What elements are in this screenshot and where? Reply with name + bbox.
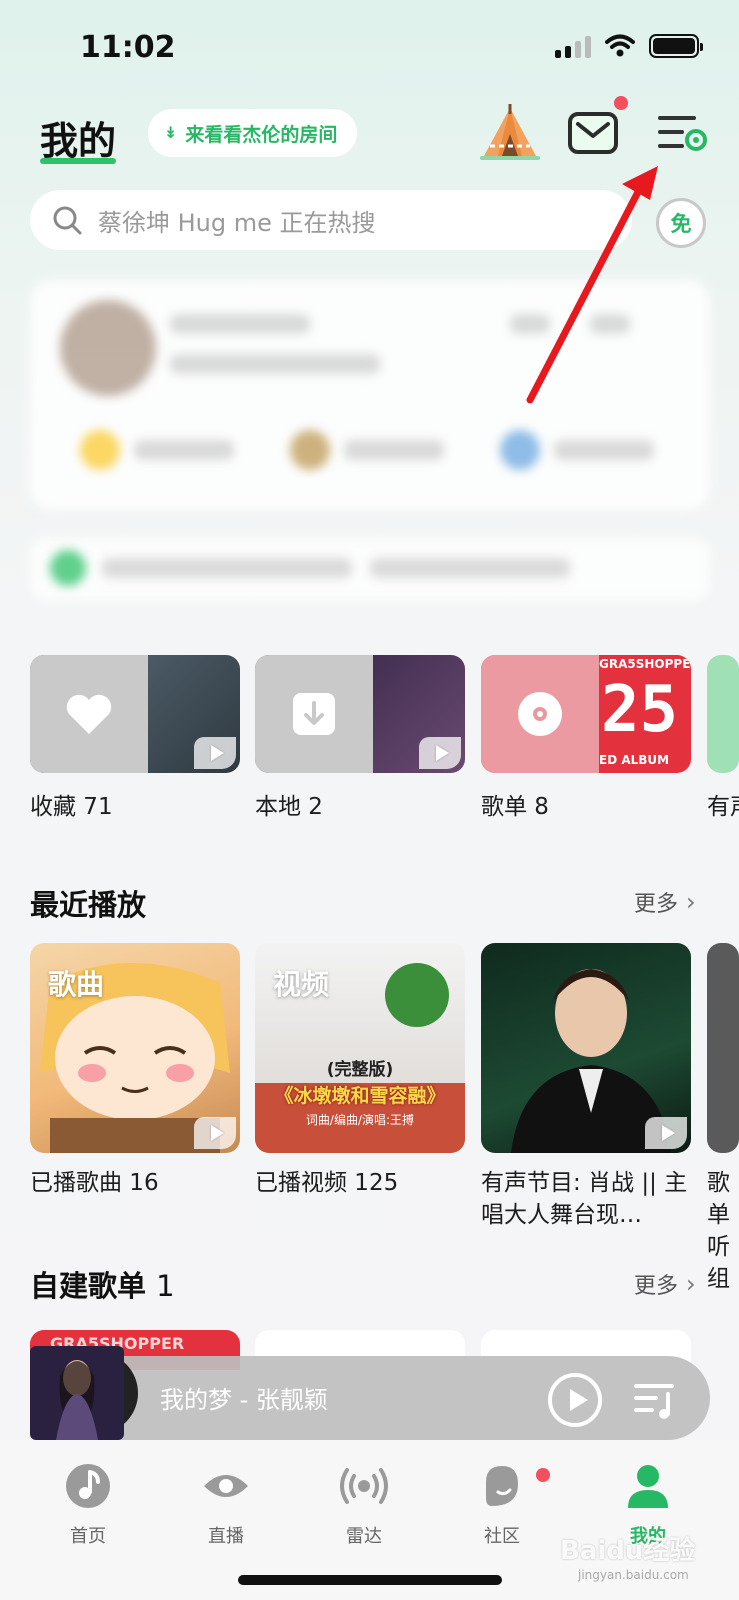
recent-audio-cover (481, 943, 691, 1153)
envelope-fold-icon (576, 122, 610, 138)
play-icon[interactable] (645, 1117, 687, 1149)
recent-playlist-cover (707, 943, 739, 1153)
playlist-queue-icon[interactable] (634, 1380, 676, 1420)
mail-icon[interactable] (568, 112, 618, 154)
player-cover[interactable] (30, 1346, 124, 1440)
tab-radar[interactable]: 雷达 (309, 1462, 419, 1548)
recent-playlist-label: 歌单 听组 (707, 1170, 730, 1292)
avatar[interactable] (60, 300, 156, 396)
disc-icon (518, 692, 562, 736)
recent-audio-card[interactable]: 有声节目: 肖战 || 主唱大人舞台现… (481, 943, 691, 1231)
watermark-url: jingyan.baidu.com (578, 1568, 689, 1582)
tent-icon[interactable] (478, 104, 542, 162)
recent-songs-card[interactable]: 歌曲 已播歌曲 16 (30, 943, 240, 1199)
tab-live[interactable]: 直播 (171, 1462, 281, 1548)
search-placeholder: 蔡徐坤 Hug me 正在热搜 (98, 208, 376, 237)
playlists-cover: GRA5SHOPPER 25 ED ALBUM (481, 655, 691, 773)
playlist-cover-album: ED ALBUM (599, 753, 670, 767)
heart-icon (66, 694, 112, 734)
custom-playlists-count: 1 (156, 1269, 175, 1303)
video-cover-line3: 词曲/编曲/演唱:王搏 (305, 1113, 415, 1127)
recent-songs-cover: 歌曲 (30, 943, 240, 1153)
status-time: 11:02 (80, 30, 176, 65)
quick-access-audio[interactable]: 有声 (707, 655, 739, 821)
recent-videos-tag: 视频 (273, 968, 330, 1001)
tab-radar-label: 雷达 (346, 1526, 382, 1547)
page-title: 我的 (40, 119, 117, 163)
signal-icon (555, 34, 591, 58)
battery-icon (649, 34, 703, 58)
recent-videos-card[interactable]: (完整版) 《冰墩墩和雪容融》 词曲/编曲/演唱:王搏 视频 已播视频 125 (255, 943, 465, 1199)
eye-icon (204, 1475, 248, 1497)
recent-more-label: 更多 (634, 892, 679, 917)
menu-settings-icon[interactable] (656, 112, 708, 156)
playlist-cover-banner: GRA5SHOPPER (599, 657, 691, 671)
music-note-icon (66, 1464, 110, 1508)
quick-access-local[interactable]: 本地 2 (255, 655, 465, 821)
favorites-cover (30, 655, 240, 773)
home-indicator[interactable] (238, 1575, 502, 1585)
custom-more-label: 更多 (634, 1274, 679, 1299)
tab-home[interactable]: 首页 (33, 1462, 143, 1548)
status-icons (555, 34, 703, 58)
play-icon[interactable] (194, 1117, 236, 1149)
wifi-icon (605, 34, 635, 57)
local-label: 本地 2 (255, 794, 323, 820)
custom-playlists-more-link[interactable]: 更多 › (634, 1268, 696, 1300)
local-cover (255, 655, 465, 773)
recent-songs-label: 已播歌曲 16 (30, 1170, 159, 1196)
recent-videos-label: 已播视频 125 (255, 1170, 399, 1196)
video-cover-line1: (完整版) (326, 1060, 394, 1080)
play-icon[interactable] (194, 737, 236, 769)
play-button[interactable] (548, 1373, 602, 1427)
recent-audio-label: 有声节目: 肖战 || 主唱大人舞台现… (481, 1170, 688, 1228)
notification-dot (614, 96, 628, 110)
audio-label: 有声 (707, 794, 739, 820)
tab-home-label: 首页 (70, 1526, 106, 1547)
community-icon (486, 1466, 518, 1506)
audio-cover (707, 655, 739, 773)
play-icon[interactable] (419, 737, 461, 769)
video-cover-line2: 《冰墩墩和雪容融》 (274, 1085, 446, 1107)
annotation-arrow-icon (526, 166, 658, 404)
download-icon (293, 693, 335, 735)
chevron-right-icon: › (686, 1270, 696, 1298)
playlists-label: 歌单 8 (481, 794, 549, 820)
custom-playlists-title-text: 自建歌单 (30, 1269, 147, 1303)
quick-access-playlists[interactable]: GRA5SHOPPER 25 ED ALBUM 歌单 8 (481, 655, 691, 821)
user-icon (628, 1465, 668, 1508)
chevron-right-icon: › (686, 888, 696, 916)
tab-community-label: 社区 (484, 1526, 520, 1547)
double-chevron-down-icon: ↡ (164, 123, 178, 142)
recent-songs-tag: 歌曲 (48, 968, 105, 1001)
recent-section-title: 最近播放 (30, 888, 147, 922)
notification-dot (536, 1468, 550, 1482)
quick-access-favorites[interactable]: 收藏 71 (30, 655, 240, 821)
radar-icon (340, 1468, 388, 1504)
room-entry-pill[interactable]: ↡ 来看看杰伦的房间 (148, 109, 358, 157)
player-track-title: 我的梦 - 张靓颖 (160, 1386, 328, 1414)
room-pill-label: 来看看杰伦的房间 (185, 123, 338, 146)
recent-playlist-card[interactable]: 歌单 听组 (707, 943, 739, 1295)
search-icon (53, 206, 82, 235)
watermark-logo: Baidu经验 (560, 1536, 696, 1566)
tab-live-label: 直播 (208, 1526, 244, 1547)
custom-playlists-title: 自建歌单 1 (30, 1263, 175, 1305)
playlist-cover-number: 25 (601, 673, 679, 747)
album-art-icon (30, 1346, 124, 1440)
recent-more-link[interactable]: 更多 › (634, 886, 696, 918)
favorites-label: 收藏 71 (30, 794, 113, 820)
recent-videos-cover: (完整版) 《冰墩墩和雪容融》 词曲/编曲/演唱:王搏 视频 (255, 943, 465, 1153)
title-underline (40, 158, 116, 164)
promo-banner[interactable] (30, 538, 710, 600)
